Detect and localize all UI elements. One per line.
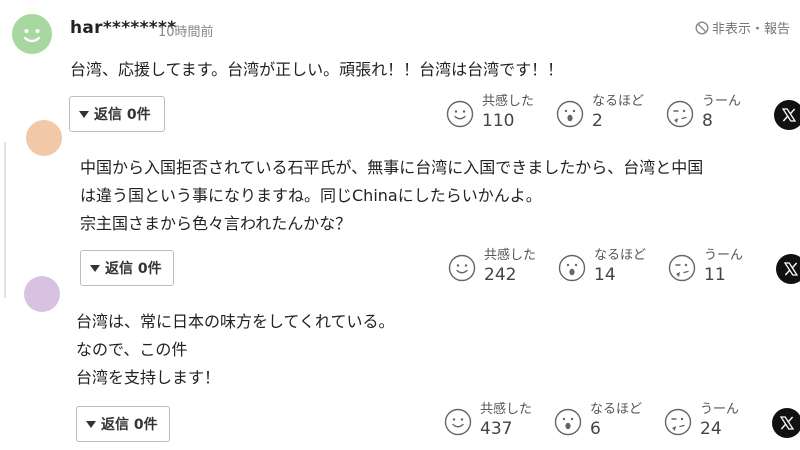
reaction-count: 11	[704, 265, 726, 285]
reaction-empathy-button[interactable]: 共感した 242	[448, 248, 558, 286]
x-share-button[interactable]	[776, 254, 800, 284]
surprised-face-icon	[554, 408, 582, 436]
hide-report-label: 非表示・報告	[711, 22, 790, 37]
surprised-face-icon	[556, 100, 584, 128]
reaction-bar: 共感した 110 なるほど 2 うーん 8	[446, 94, 800, 132]
avatar[interactable]	[24, 276, 60, 312]
reply-label: 返信 0件	[94, 107, 151, 123]
reaction-label: なるほど	[592, 94, 645, 109]
reaction-naruhodo-button[interactable]: なるほど 2	[556, 94, 666, 132]
surprised-face-icon	[558, 254, 586, 282]
x-share-button[interactable]	[774, 100, 800, 130]
reaction-count: 110	[482, 111, 515, 131]
reaction-naruhodo-button[interactable]: なるほど 6	[554, 402, 664, 440]
smiley-avatar-icon	[12, 14, 52, 54]
reaction-count: 14	[594, 265, 616, 285]
thinking-face-icon	[668, 254, 696, 282]
triangle-down-icon	[90, 264, 100, 272]
reaction-label: 共感した	[484, 248, 537, 263]
reaction-naruhodo-button[interactable]: なるほど 14	[558, 248, 668, 286]
reaction-count: 242	[484, 265, 517, 285]
reaction-label: なるほど	[590, 402, 643, 417]
triangle-down-icon	[86, 420, 96, 428]
smile-face-icon	[448, 254, 476, 282]
comment-card: 台湾は、常に日本の味方をしてくれている。 なので、この件 台湾を支持します！ 返…	[4, 276, 800, 450]
x-share-icon	[784, 262, 798, 276]
x-share-button[interactable]	[772, 408, 800, 438]
hide-report-link[interactable]: 非表示・報告	[695, 18, 790, 37]
reaction-count: 2	[592, 111, 603, 131]
comment-text: 台湾は、常に日本の味方をしてくれている。 なので、この件 台湾を支持します！	[76, 312, 395, 387]
reply-button[interactable]: 返信 0件	[76, 406, 170, 442]
reaction-label: 共感した	[480, 402, 533, 417]
avatar[interactable]	[12, 14, 52, 54]
x-share-icon	[782, 108, 796, 122]
thinking-face-icon	[666, 100, 694, 128]
reaction-label: なるほど	[594, 248, 647, 263]
reaction-label: うーん	[704, 248, 744, 263]
reaction-label: うーん	[702, 94, 742, 109]
comment-text: 中国から入国拒否されている石平氏が、無事に台湾に入国できましたから、台湾と中国 …	[80, 158, 704, 233]
comment-card: 中国から入国拒否されている石平氏が、無事に台湾に入国できましたから、台湾と中国 …	[4, 120, 800, 298]
reaction-uun-button[interactable]: うーん 8	[666, 94, 776, 132]
reaction-empathy-button[interactable]: 共感した 110	[446, 94, 556, 132]
reply-label: 返信 0件	[105, 261, 162, 277]
comment-card: har******** 10時間前 非表示・報告 台湾、応援してます。台湾が正し…	[0, 0, 800, 142]
smile-face-icon	[446, 100, 474, 128]
reaction-count: 6	[590, 419, 601, 439]
x-share-icon	[780, 416, 794, 430]
avatar[interactable]	[26, 120, 62, 156]
thinking-face-icon	[664, 408, 692, 436]
reaction-label: うーん	[700, 402, 740, 417]
smile-face-icon	[444, 408, 472, 436]
reaction-uun-button[interactable]: うーん 24	[664, 402, 774, 440]
triangle-down-icon	[79, 110, 89, 118]
reply-button[interactable]: 返信 0件	[80, 250, 174, 286]
reaction-uun-button[interactable]: うーん 11	[668, 248, 778, 286]
reaction-bar: 共感した 242 なるほど 14 うーん 11	[448, 248, 800, 286]
block-icon	[695, 20, 709, 35]
reaction-count: 437	[480, 419, 513, 439]
timestamp: 10時間前	[158, 25, 214, 40]
reaction-count: 8	[702, 111, 713, 131]
reply-label: 返信 0件	[101, 417, 158, 433]
reaction-count: 24	[700, 419, 722, 439]
reaction-empathy-button[interactable]: 共感した 437	[444, 402, 554, 440]
reaction-bar: 共感した 437 なるほど 6 うーん 24	[444, 402, 800, 440]
reaction-label: 共感した	[482, 94, 535, 109]
reply-button[interactable]: 返信 0件	[69, 96, 165, 132]
comment-text: 台湾、応援してます。台湾が正しい。頑張れ！！台湾は台湾です！！	[70, 60, 564, 79]
